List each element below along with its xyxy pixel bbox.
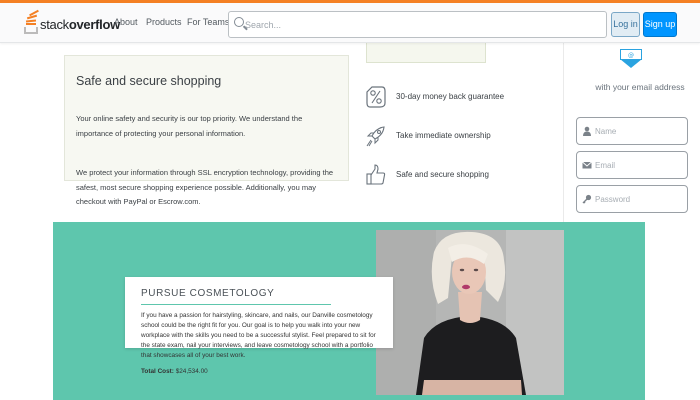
name-field[interactable]: [576, 117, 688, 145]
nav-about[interactable]: About: [114, 17, 138, 27]
page-content: Safe and secure shopping Your online saf…: [0, 41, 700, 400]
feature-label: 30-day money back guarantee: [396, 92, 505, 101]
svg-text:@: @: [628, 52, 634, 59]
stackoverflow-logo[interactable]: stackoverflow: [24, 9, 120, 38]
top-bar: stackoverflow About Products For Teams L…: [0, 0, 700, 43]
search-box[interactable]: [228, 11, 607, 38]
envelope-icon: @: [620, 49, 642, 68]
feature-money-back: 30-day money back guarantee: [366, 86, 516, 110]
panel-divider: [563, 43, 564, 223]
card-title: PURSUE COSMETOLOGY: [141, 288, 275, 299]
secure-paragraph-1: Your online safety and security is our t…: [76, 114, 303, 138]
feature-label: Safe and secure shopping: [396, 170, 489, 179]
thumbs-up-icon: [366, 164, 386, 185]
stack-logo-icon: [24, 9, 39, 34]
name-input[interactable]: [595, 123, 683, 139]
total-cost-label: Total Cost:: [141, 368, 174, 375]
login-button[interactable]: Log in: [611, 12, 640, 37]
card-divider: [141, 304, 331, 305]
total-cost: Total Cost: $24,534.00: [141, 368, 208, 375]
model-photo: [376, 230, 564, 395]
feature-ownership: Take immediate ownership: [366, 125, 516, 149]
offer-box-remnant: [366, 41, 486, 63]
percent-icon: [366, 86, 386, 108]
secure-paragraph-2: We protect your information through SSL …: [76, 168, 334, 207]
rocket-icon: [366, 126, 385, 147]
email-input[interactable]: [595, 157, 683, 173]
key-icon: [582, 194, 592, 204]
signup-button[interactable]: Sign up: [643, 12, 677, 37]
feature-label: Take immediate ownership: [396, 131, 491, 140]
feature-secure: Safe and secure shopping: [366, 164, 516, 188]
signup-caption: with your email address: [595, 82, 685, 92]
logo-wordmark: stackoverflow: [40, 17, 120, 32]
nav-for-teams[interactable]: For Teams: [187, 17, 229, 27]
nav-products[interactable]: Products: [146, 17, 182, 27]
card-description: If you have a passion for hairstyling, s…: [141, 312, 376, 359]
password-input[interactable]: [595, 191, 683, 207]
user-icon: [583, 126, 591, 136]
total-cost-value: $24,534.00: [175, 368, 208, 375]
email-field[interactable]: [576, 151, 688, 179]
mail-icon: [582, 161, 592, 169]
search-icon: [234, 17, 244, 27]
password-field[interactable]: [576, 185, 688, 213]
secure-shopping-title: Safe and secure shopping: [76, 74, 222, 88]
search-input[interactable]: [245, 15, 595, 34]
